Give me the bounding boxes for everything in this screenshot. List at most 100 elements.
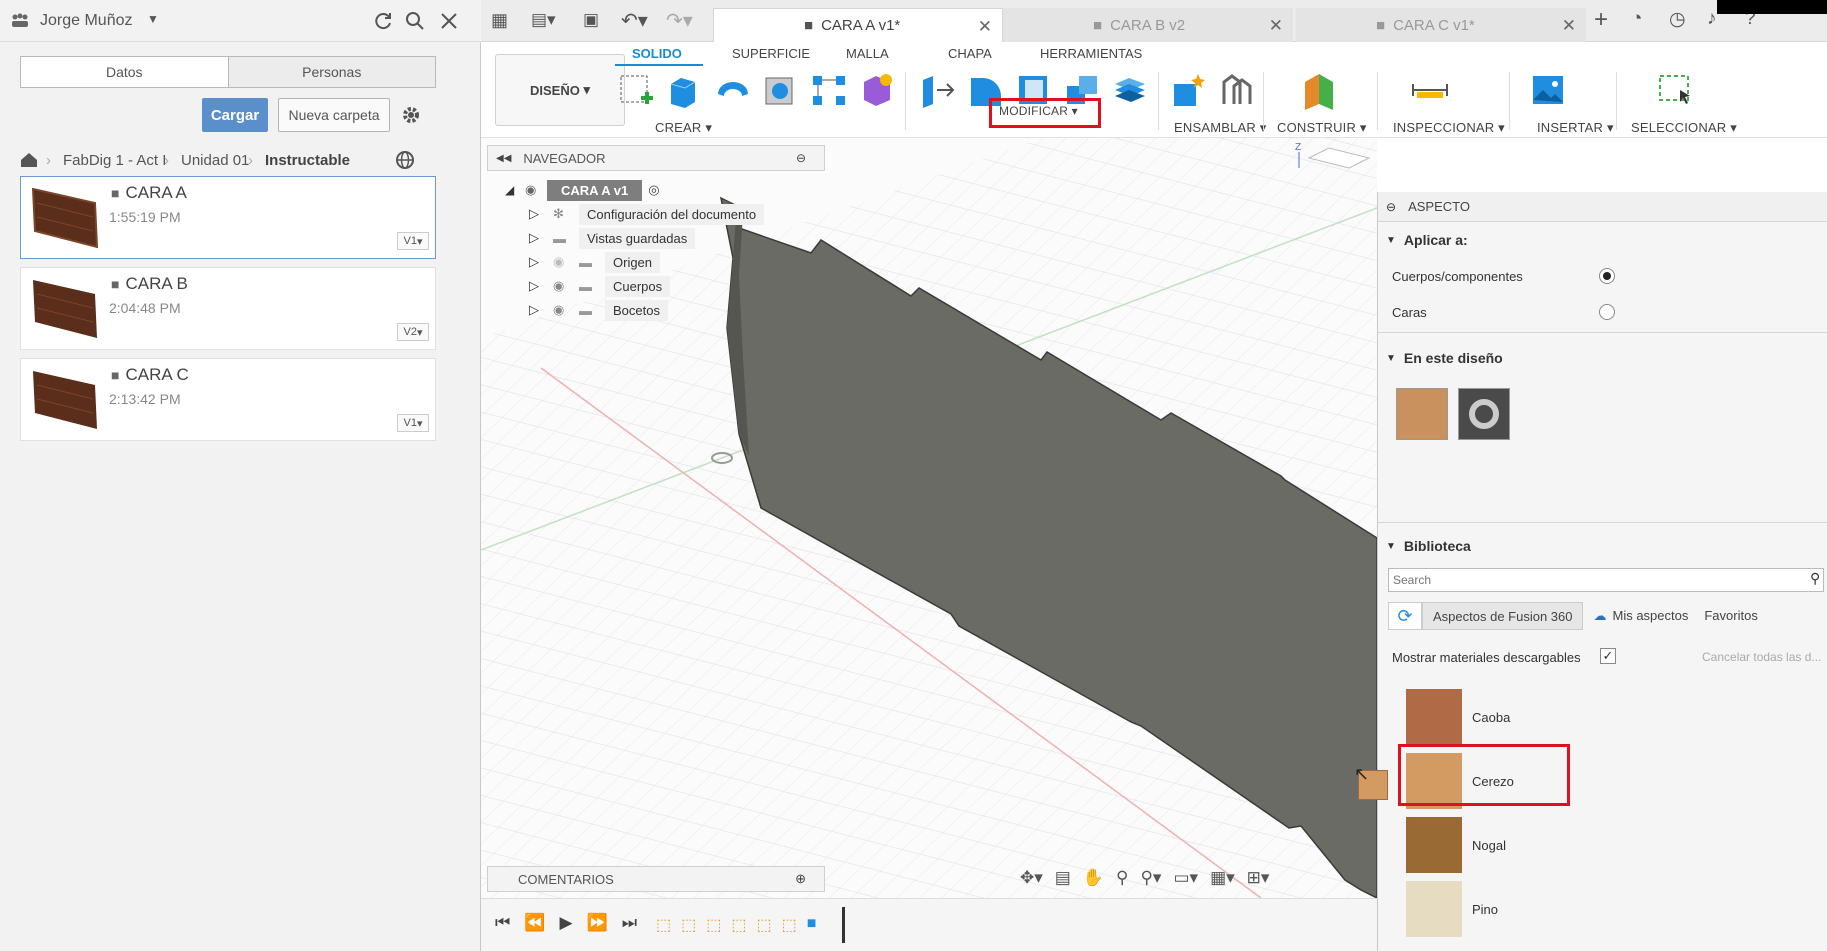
design-material-swatch[interactable] — [1396, 388, 1448, 440]
tab-cara-b[interactable]: ■ CARA B v2 ✕ — [1003, 8, 1293, 42]
refresh-icon[interactable]: ⟳ — [1388, 602, 1422, 630]
globe-icon[interactable] — [395, 150, 415, 170]
pattern-icon[interactable] — [810, 70, 848, 110]
close-icon[interactable]: ✕ — [1269, 16, 1283, 36]
viewports-icon[interactable]: ⊞▾ — [1247, 868, 1270, 888]
apps-grid-icon[interactable]: ▦ — [491, 10, 508, 31]
material-item[interactable]: Caoba — [1406, 686, 1827, 748]
extensions-icon[interactable]: ◔ — [1631, 8, 1642, 30]
step-forward-icon[interactable]: ⏩ — [587, 913, 608, 933]
pan-icon[interactable]: ✋ — [1083, 868, 1104, 888]
version-dropdown[interactable]: V1 ▾ — [397, 232, 429, 250]
group-modificar[interactable]: MODIFICAR ▾ — [999, 104, 1078, 118]
timeline-sketch-icon[interactable]: ⬚ — [757, 915, 772, 935]
group-crear[interactable]: CREAR ▾ — [655, 120, 712, 136]
breadcrumb-item[interactable]: Unidad 01 — [181, 152, 249, 169]
new-folder-button[interactable]: Nueva carpeta — [278, 98, 390, 132]
create-sketch-icon[interactable] — [617, 70, 655, 110]
timeline-extrude-icon[interactable]: ■ — [807, 915, 817, 935]
viewcube[interactable]: Z — [1289, 138, 1377, 178]
minimize-icon[interactable]: ⊖ — [796, 151, 806, 165]
file-card-cara-c[interactable]: ■ CARA C 2:13:42 PM V1 ▾ — [20, 358, 436, 441]
tab-herramientas[interactable]: HERRAMIENTAS — [1040, 46, 1142, 61]
close-icon[interactable]: ✕ — [1562, 16, 1576, 36]
tab-malla[interactable]: MALLA — [846, 46, 889, 61]
group-seleccionar[interactable]: SELECCIONAR ▾ — [1631, 120, 1737, 136]
version-dropdown[interactable]: V1 ▾ — [397, 414, 429, 432]
group-inspeccionar[interactable]: INSPECCIONAR ▾ — [1393, 120, 1505, 136]
save-icon[interactable]: ▣ — [583, 10, 599, 30]
in-design-section[interactable]: ▼ En este diseño — [1386, 350, 1503, 366]
new-component-icon[interactable] — [1170, 70, 1208, 110]
tab-my-appearances[interactable]: Mis aspectos — [1612, 602, 1696, 630]
revolve-icon[interactable] — [714, 70, 752, 110]
timeline-marker[interactable] — [842, 907, 845, 943]
material-item[interactable]: Nogal — [1406, 814, 1827, 876]
redo-icon[interactable]: ↷▾ — [666, 8, 693, 33]
close-icon[interactable] — [440, 12, 458, 30]
show-downloadable-checkbox[interactable]: ✓ — [1600, 648, 1616, 664]
tab-chapa[interactable]: CHAPA — [948, 46, 992, 61]
tree-item[interactable]: ▷ ▬ Vistas guardadas — [505, 226, 835, 250]
cancel-all-downloads-link[interactable]: Cancelar todas las d... — [1702, 650, 1821, 664]
library-search-input[interactable] — [1388, 568, 1824, 592]
navigator-header[interactable]: ◀◀ NAVEGADOR ⊖ — [487, 145, 825, 171]
tab-personas[interactable]: Personas — [227, 57, 435, 87]
form-icon[interactable] — [858, 70, 896, 110]
tab-cara-a[interactable]: ■ CARA A v1* ✕ — [713, 8, 1003, 42]
job-status-icon[interactable]: ◷ — [1669, 8, 1686, 31]
tree-item[interactable]: ▷ ✻ Configuración del documento — [505, 202, 835, 226]
home-icon[interactable] — [20, 152, 38, 168]
appearance-header[interactable]: ⊖ ASPECTO — [1378, 192, 1827, 222]
select-icon[interactable] — [1656, 70, 1694, 110]
tree-item[interactable]: ▷ ◉ ▬ Bocetos — [505, 298, 835, 322]
go-to-end-icon[interactable]: ⏭ — [622, 913, 637, 933]
minimize-icon[interactable]: ⊖ — [1386, 200, 1396, 214]
timeline-sketch-icon[interactable]: ⬚ — [782, 915, 797, 935]
collapse-icon[interactable]: ◀◀ — [496, 153, 511, 164]
apply-to-section[interactable]: ▼ Aplicar a: — [1386, 232, 1468, 248]
file-card-cara-b[interactable]: ■ CARA B 2:04:48 PM V2 ▾ — [20, 267, 436, 350]
joint-icon[interactable] — [1218, 70, 1256, 110]
timeline-sketch-icon[interactable]: ⬚ — [656, 915, 671, 935]
timeline-sketch-icon[interactable]: ⬚ — [731, 915, 746, 935]
measure-icon[interactable] — [1411, 70, 1449, 110]
insert-image-icon[interactable] — [1529, 70, 1567, 110]
timeline-sketch-icon[interactable]: ⬚ — [706, 915, 721, 935]
user-name[interactable]: Jorge Muñoz — [40, 12, 133, 30]
close-icon[interactable]: ✕ — [978, 17, 992, 37]
tab-datos[interactable]: Datos — [21, 57, 228, 87]
tab-favorites[interactable]: Favoritos — [1696, 602, 1765, 630]
press-pull-icon[interactable] — [919, 70, 957, 110]
version-dropdown[interactable]: V2 ▾ — [397, 323, 429, 341]
faces-radio[interactable] — [1599, 304, 1615, 320]
step-back-icon[interactable]: ⏪ — [524, 913, 545, 933]
design-material-swatch[interactable] — [1458, 388, 1510, 440]
breadcrumb-item[interactable]: FabDig 1 - Act I — [63, 152, 166, 169]
bodies-radio[interactable] — [1599, 268, 1615, 284]
gear-icon[interactable] — [400, 104, 422, 126]
search-icon[interactable] — [405, 11, 425, 31]
tree-item[interactable]: ▷ ◉ ▬ Cuerpos — [505, 274, 835, 298]
construct-plane-icon[interactable] — [1301, 70, 1339, 110]
refresh-icon[interactable] — [373, 11, 393, 31]
look-at-icon[interactable]: ▤ — [1055, 868, 1071, 888]
tree-root[interactable]: ◢ ◉ CARA A v1 ◎ — [505, 178, 835, 202]
zoom-icon[interactable]: ⚲ — [1116, 868, 1128, 888]
add-comment-icon[interactable]: ⊕ — [795, 871, 806, 887]
breadcrumb-current[interactable]: Instructable — [265, 152, 350, 169]
tab-cara-c[interactable]: ■ CARA C v1* ✕ — [1296, 8, 1586, 42]
grid-settings-icon[interactable]: ▦▾ — [1210, 868, 1235, 888]
display-settings-icon[interactable]: ▭▾ — [1173, 868, 1198, 888]
extrude-icon[interactable] — [665, 70, 703, 110]
tab-fusion-appearances[interactable]: Aspectos de Fusion 360 — [1422, 602, 1584, 630]
file-menu-icon[interactable]: ▤▾ — [531, 10, 556, 30]
orbit-icon[interactable]: ✥▾ — [1020, 868, 1043, 888]
new-tab-icon[interactable]: + — [1594, 6, 1608, 34]
notifications-icon[interactable]: ♪ — [1707, 8, 1717, 30]
file-card-cara-a[interactable]: ■ CARA A 1:55:19 PM V1 ▾ — [20, 176, 436, 259]
workspace-switcher[interactable]: DISEÑO ▾ — [495, 54, 625, 126]
undo-icon[interactable]: ↶▾ — [621, 8, 648, 33]
hole-icon[interactable] — [762, 70, 800, 110]
tree-item[interactable]: ▷ ◉ ▬ Origen — [505, 250, 835, 274]
